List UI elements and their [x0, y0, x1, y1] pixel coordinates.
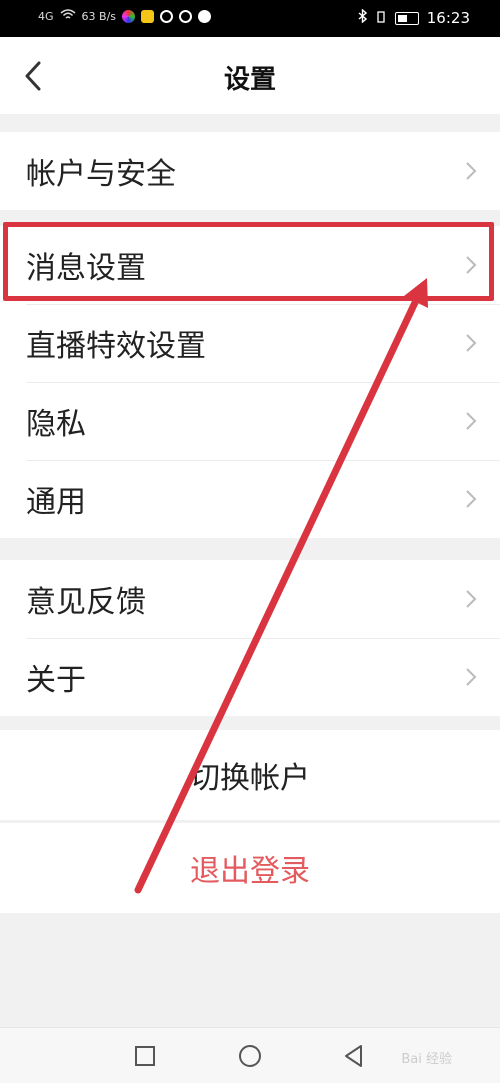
switch-account-label: 切换帐户: [190, 761, 310, 796]
page-title: 设置: [223, 65, 276, 95]
chevron-right-icon: [466, 668, 477, 686]
settings-item-message-settings[interactable]: 消息设置: [0, 226, 500, 304]
app-header: 设置: [0, 37, 500, 114]
vibrate-icon: [375, 9, 387, 27]
app-icon-4: [179, 10, 193, 23]
settings-item-general[interactable]: 通用: [0, 460, 500, 538]
chevron-right-icon: [466, 412, 477, 430]
signal-icon: 4G: [38, 10, 54, 23]
wifi-icon: [60, 9, 76, 24]
status-bar: 4G 63 B/s 16:23: [0, 0, 500, 37]
back-triangle-icon[interactable]: [340, 1042, 368, 1070]
settings-group-account: 帐户与安全: [0, 132, 500, 210]
settings-item-label: 帐户与安全: [26, 157, 176, 192]
settings-item-label: 直播特效设置: [26, 329, 206, 364]
settings-item-live-effects[interactable]: 直播特效设置: [0, 304, 500, 382]
home-icon[interactable]: [236, 1042, 264, 1070]
chevron-right-icon: [466, 590, 477, 608]
app-icon-3: [160, 10, 174, 23]
app-icon-2: [141, 10, 155, 23]
logout-button[interactable]: 退出登录: [0, 823, 500, 913]
switch-account-section: 切换帐户: [0, 730, 500, 820]
settings-item-privacy[interactable]: 隐私: [0, 382, 500, 460]
watermark: Bai 经验: [401, 1052, 452, 1067]
settings-item-feedback[interactable]: 意见反馈: [0, 560, 500, 638]
chevron-right-icon: [466, 256, 477, 274]
settings-item-account-security[interactable]: 帐户与安全: [0, 132, 500, 210]
message-icon: [198, 10, 212, 23]
battery-icon: [394, 11, 419, 25]
status-left: 4G 63 B/s: [38, 9, 212, 24]
status-right: 16:23: [358, 8, 470, 27]
settings-item-label: 隐私: [26, 407, 86, 442]
settings-item-about[interactable]: 关于: [0, 638, 500, 716]
system-nav-bar: Bai 经验: [0, 1027, 500, 1083]
settings-item-label: 消息设置: [26, 251, 146, 286]
app-icon-1: [122, 10, 136, 23]
chevron-right-icon: [466, 162, 477, 180]
settings-group-main: 消息设置 直播特效设置 隐私 通用: [0, 226, 500, 538]
settings-group-about: 意见反馈 关于: [0, 560, 500, 716]
clock: 16:23: [426, 9, 470, 27]
chevron-right-icon: [466, 490, 477, 508]
bluetooth-icon: [358, 8, 367, 27]
chevron-right-icon: [466, 334, 477, 352]
recent-apps-icon[interactable]: [131, 1042, 159, 1070]
settings-item-label: 关于: [26, 663, 86, 698]
logout-section: 退出登录: [0, 823, 500, 913]
net-speed: 63 B/s: [81, 10, 117, 23]
switch-account-button[interactable]: 切换帐户: [0, 730, 500, 820]
logout-label: 退出登录: [190, 854, 310, 889]
settings-item-label: 通用: [26, 485, 86, 520]
settings-item-label: 意见反馈: [26, 585, 146, 620]
